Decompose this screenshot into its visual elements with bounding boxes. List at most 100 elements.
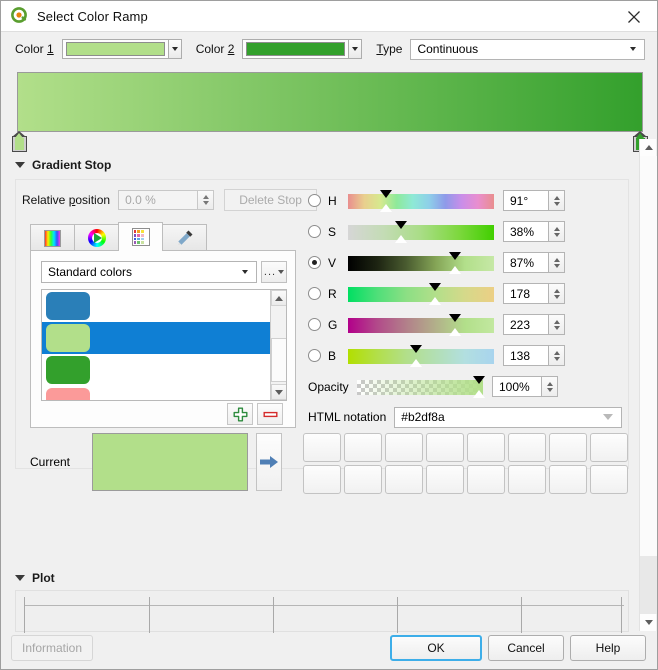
gradient-stop-section-header[interactable]: Gradient Stop — [15, 158, 111, 172]
scrollbar-track[interactable] — [640, 556, 657, 614]
radio-s[interactable] — [308, 225, 321, 238]
help-button[interactable]: Help — [570, 635, 646, 661]
radio-h[interactable] — [308, 194, 321, 207]
tab-color-picker[interactable] — [162, 224, 207, 251]
slider-v[interactable] — [348, 254, 494, 272]
color-scheme-options-button[interactable]: ... — [261, 261, 287, 283]
recent-color-cell[interactable] — [508, 433, 546, 462]
scrollbar-thumb[interactable] — [271, 338, 287, 382]
plot-section-header[interactable]: Plot — [15, 571, 55, 585]
radio-b[interactable] — [308, 349, 321, 362]
plot-gridline — [521, 597, 522, 633]
html-notation-input[interactable]: #b2df8a — [394, 407, 622, 428]
spin-g[interactable] — [549, 314, 565, 335]
value-v[interactable]: 87% — [503, 252, 549, 273]
value-s[interactable]: 38% — [503, 221, 549, 242]
recent-color-cell[interactable] — [467, 465, 505, 494]
recent-color-cell[interactable] — [467, 433, 505, 462]
tab-color-wheel[interactable] — [74, 224, 119, 251]
value-r[interactable]: 178 — [503, 283, 549, 304]
recent-color-cell[interactable] — [303, 465, 341, 494]
relative-position-stepper[interactable]: 0.0 % — [118, 190, 214, 210]
value-g[interactable]: 223 — [503, 314, 549, 335]
close-icon[interactable] — [611, 1, 657, 32]
recent-color-cell[interactable] — [590, 433, 628, 462]
color-scheme-combobox[interactable]: Standard colors — [41, 261, 257, 283]
color2-swatch-button[interactable] — [242, 39, 348, 59]
radio-r[interactable] — [308, 287, 321, 300]
slider-handle[interactable] — [449, 252, 461, 260]
spin-v[interactable] — [549, 252, 565, 273]
value-opacity[interactable]: 100% — [492, 376, 542, 397]
slider-handle[interactable] — [410, 345, 422, 353]
slider-handle[interactable] — [473, 376, 485, 384]
recent-color-cell[interactable] — [385, 465, 423, 494]
plot-gridline — [149, 597, 150, 633]
color1-dropdown-button[interactable] — [168, 39, 182, 59]
scrollbar-thumb[interactable] — [640, 156, 657, 556]
list-item[interactable] — [42, 386, 270, 401]
recent-color-cell[interactable] — [508, 465, 546, 494]
add-color-button[interactable] — [227, 403, 253, 425]
type-combobox[interactable]: Continuous — [410, 39, 645, 60]
list-item[interactable] — [42, 354, 270, 386]
recent-color-cell[interactable] — [303, 433, 341, 462]
color2-dropdown-button[interactable] — [348, 39, 362, 59]
slider-g[interactable] — [348, 316, 494, 334]
color1-swatch-button[interactable] — [62, 39, 168, 59]
spin-h[interactable] — [549, 190, 565, 211]
list-item[interactable] — [42, 290, 270, 322]
tab-color-box[interactable] — [30, 224, 75, 251]
slider-handle[interactable] — [429, 283, 441, 291]
recent-color-cell[interactable] — [549, 433, 587, 462]
color-swatch-list[interactable] — [41, 289, 287, 401]
relative-position-spin-buttons[interactable] — [198, 190, 214, 210]
recent-color-cell[interactable] — [385, 433, 423, 462]
ok-button[interactable]: OK — [390, 635, 482, 661]
slider-opacity[interactable] — [357, 378, 483, 396]
recent-color-cell[interactable] — [426, 433, 464, 462]
recent-color-cell[interactable] — [590, 465, 628, 494]
spin-b[interactable] — [549, 345, 565, 366]
add-to-recent-button[interactable] — [256, 433, 282, 491]
spin-s[interactable] — [549, 221, 565, 242]
slider-s[interactable] — [348, 223, 494, 241]
color2-button[interactable] — [242, 39, 362, 59]
spin-r[interactable] — [549, 283, 565, 304]
information-button[interactable]: Information — [11, 635, 93, 661]
scroll-down-button[interactable] — [271, 384, 287, 400]
scroll-down-button[interactable] — [640, 614, 657, 631]
recent-color-cell[interactable] — [426, 465, 464, 494]
tab-color-swatches[interactable] — [118, 222, 163, 251]
color1-button[interactable] — [62, 39, 182, 59]
recent-color-cell[interactable] — [344, 465, 382, 494]
gradient-preview[interactable] — [17, 72, 643, 132]
remove-color-button[interactable] — [257, 403, 283, 425]
value-b[interactable]: 138 — [503, 345, 549, 366]
slider-handle[interactable] — [395, 221, 407, 229]
slider-handle[interactable] — [380, 190, 392, 198]
slider-h[interactable] — [348, 192, 494, 210]
swatch-color — [46, 388, 90, 401]
cancel-button[interactable]: Cancel — [488, 635, 564, 661]
color-list-scrollbar[interactable] — [270, 290, 286, 400]
delete-stop-button[interactable]: Delete Stop — [224, 189, 317, 211]
slider-handle[interactable] — [449, 314, 461, 322]
spin-opacity[interactable] — [542, 376, 558, 397]
value-h[interactable]: 91° — [503, 190, 549, 211]
relative-position-input[interactable]: 0.0 % — [118, 190, 198, 210]
slider-r[interactable] — [348, 285, 494, 303]
arrow-right-icon — [259, 454, 279, 470]
radio-g[interactable] — [308, 318, 321, 331]
gradient-stop-marker-start[interactable] — [12, 131, 27, 152]
list-item[interactable] — [42, 322, 270, 354]
radio-v[interactable] — [308, 256, 321, 269]
scroll-up-button[interactable] — [271, 290, 287, 306]
color1-swatch — [66, 42, 165, 56]
scroll-up-button[interactable] — [640, 139, 657, 156]
recent-color-cell[interactable] — [549, 465, 587, 494]
recent-color-cell[interactable] — [344, 433, 382, 462]
dialog-scrollbar[interactable] — [639, 139, 656, 631]
slider-b[interactable] — [348, 347, 494, 365]
channel-label-r: R — [328, 287, 348, 301]
